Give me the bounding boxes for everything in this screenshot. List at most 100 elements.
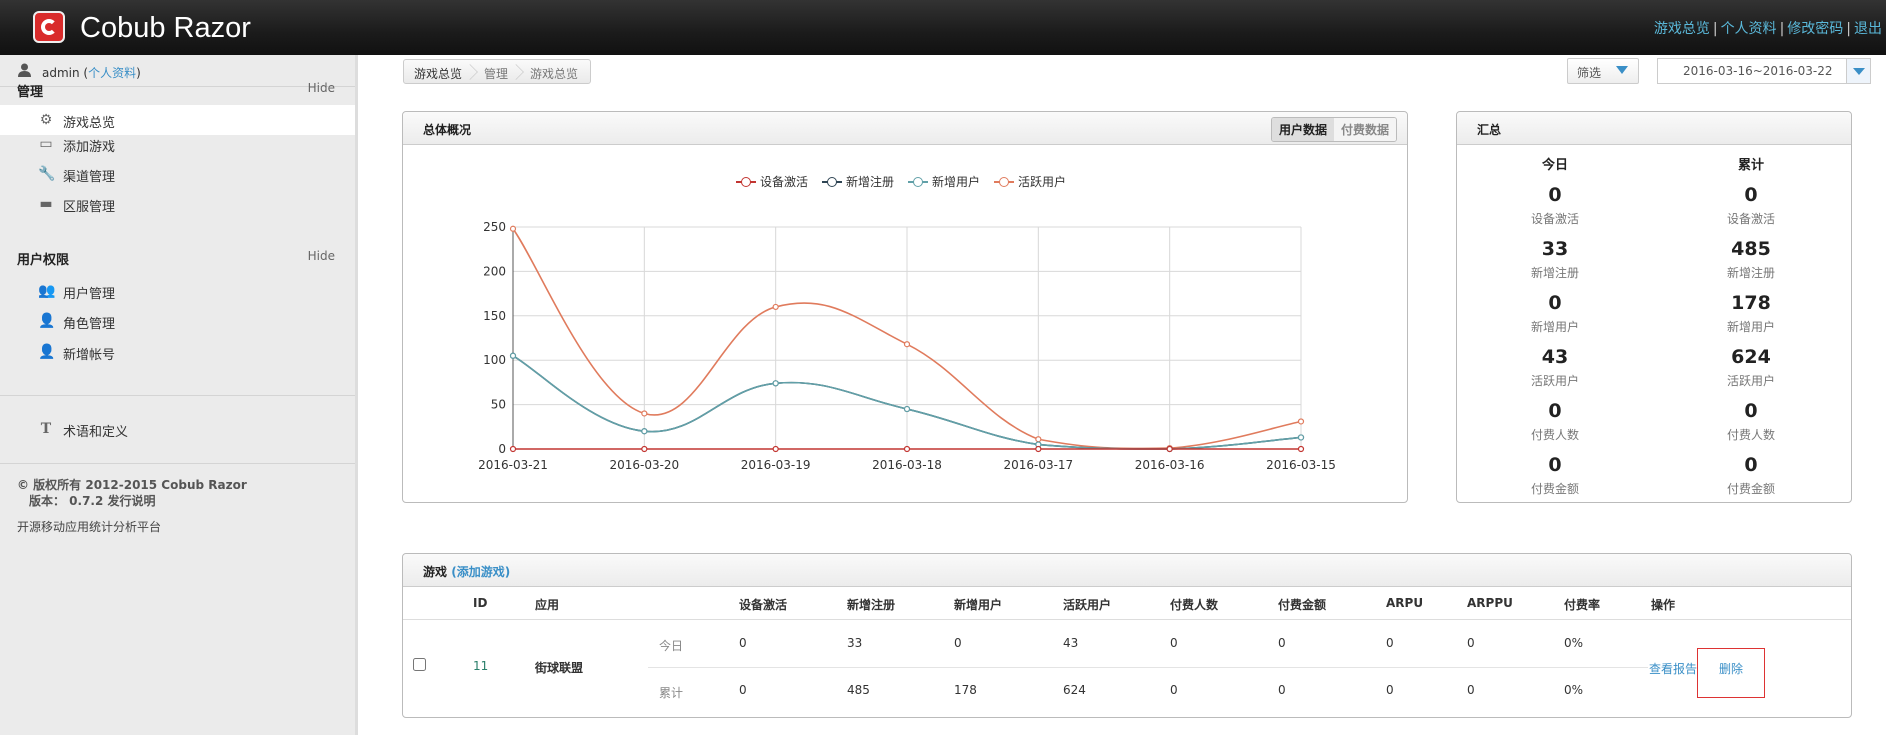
sidebar-item-server[interactable]: ▬ 区服管理: [0, 195, 355, 225]
section-manage-hide[interactable]: Hide: [308, 81, 335, 95]
gear-icon: ⚙: [39, 112, 53, 128]
x-tick-label: 2016-03-16: [1135, 458, 1205, 472]
summary-total-value: 0: [1744, 184, 1758, 206]
overview-panel: 总体概况 用户数据 付费数据 设备激活 新增注册 新增用户 活跃用户 0 50 10…: [402, 111, 1408, 503]
y-tick-label: 50: [491, 398, 506, 412]
breadcrumb-item[interactable]: 游戏总览: [404, 60, 474, 83]
summary-total-label: 设备激活: [1726, 212, 1775, 226]
data-point: [641, 445, 648, 453]
x-tick-label: 2016-03-18: [872, 458, 942, 472]
sidebar-item-new-account[interactable]: 👤 新增帐号: [0, 342, 355, 372]
summary-col-total: 累计: [1737, 158, 1764, 173]
table-cell: 485: [847, 683, 870, 697]
y-tick-label: 250: [483, 220, 506, 234]
filter-label: 筛选: [1577, 66, 1602, 80]
sidebar-item-role-manage[interactable]: 👤 角色管理: [0, 311, 355, 341]
data-point: [641, 428, 648, 435]
sidebar-item-game-overview[interactable]: ⚙ 游戏总览: [0, 105, 355, 135]
users-icon: 👥: [38, 283, 56, 299]
top-link-profile[interactable]: 个人资料: [1721, 21, 1777, 37]
tab-pay-data[interactable]: 付费数据: [1333, 118, 1396, 141]
sidebar-item-add-game[interactable]: ▭ 添加游戏: [0, 135, 355, 165]
chevron-down-icon[interactable]: [1846, 59, 1870, 83]
summary-panel: 汇总 今日 累计 0 设备激活 0 设备激活 33 新增注册 485 新增注册 0 新增用户 178…: [1456, 111, 1852, 503]
section-permissions-hide[interactable]: Hide: [308, 249, 335, 263]
table-cell: 0%: [1564, 636, 1584, 650]
table-cell: 0: [1170, 636, 1178, 650]
sidebar-item-glossary[interactable]: T 术语和定义: [0, 415, 355, 445]
data-point: [1166, 445, 1173, 453]
date-range-picker[interactable]: 2016-03-16~2016-03-22: [1657, 58, 1871, 84]
summary-total-value: 0: [1744, 454, 1758, 476]
table-cell: 0: [1278, 683, 1286, 697]
game-name: 街球联盟: [535, 661, 584, 675]
line-chart: 0 50 100 150 200 250 2016-03-21 2016-03-20 2016-…: [478, 220, 1336, 472]
summary-total-value: 624: [1731, 346, 1771, 368]
x-tick-label: 2016-03-20: [609, 458, 679, 472]
table-header-row: [403, 587, 1851, 620]
table-cell: 0: [1467, 683, 1475, 697]
row-checkbox[interactable]: [413, 658, 426, 671]
col-header: 活跃用户: [1063, 598, 1112, 612]
data-point: [509, 352, 517, 359]
table-cell: 0%: [1564, 683, 1584, 697]
sidebar-item-user-manage[interactable]: 👥 用户管理: [0, 281, 355, 311]
table-cell: 0: [739, 683, 747, 697]
top-link-logout[interactable]: 退出: [1854, 21, 1882, 37]
data-point: [641, 410, 648, 417]
app-title: Cobub Razor: [80, 12, 251, 44]
summary-total-label: 付费人数: [1726, 428, 1775, 442]
breadcrumb-item[interactable]: 管理: [474, 60, 520, 83]
profile-link[interactable]: 个人资料: [88, 66, 136, 80]
top-link-overview[interactable]: 游戏总览: [1654, 21, 1710, 37]
games-header: 游戏 (添加游戏): [403, 554, 1851, 587]
user-icon: 👤: [38, 344, 56, 360]
tab-user-data[interactable]: 用户数据: [1271, 118, 1334, 141]
top-link-change-password[interactable]: 修改密码: [1787, 21, 1843, 37]
table-cell: 0: [1278, 636, 1286, 650]
x-tick-label: 2016-03-15: [1266, 458, 1336, 472]
summary-today-label: 活跃用户: [1530, 374, 1579, 388]
summary-today-label: 新增注册: [1530, 266, 1579, 280]
view-report-link[interactable]: 查看报告: [1649, 660, 1697, 677]
col-header: ARPU: [1386, 596, 1424, 610]
sidebar-item-label: 术语和定义: [63, 425, 129, 440]
col-header: ID: [473, 596, 488, 610]
data-point: [509, 445, 517, 453]
summary-today-value: 33: [1541, 238, 1569, 260]
data-point: [1035, 436, 1042, 443]
data-point: [772, 303, 779, 311]
y-tick-label: 0: [498, 442, 506, 456]
table-cell: 0: [954, 636, 962, 650]
summary-total-label: 活跃用户: [1726, 374, 1775, 388]
divider: [0, 395, 355, 396]
summary-today-value: 0: [1548, 292, 1562, 314]
add-game-link[interactable]: (添加游戏): [451, 565, 510, 579]
col-header: 新增注册: [847, 598, 896, 612]
user-name: admin: [42, 66, 80, 80]
delete-link[interactable]: 删除: [1719, 660, 1743, 677]
date-range-value: 2016-03-16~2016-03-22: [1683, 64, 1833, 78]
summary-today-label: 新增用户: [1530, 320, 1579, 334]
overview-header: 总体概况 用户数据 付费数据: [403, 112, 1407, 145]
copyright: © 版权所有 2012-2015 Cobub Razor 版本： 0.7.2 发…: [17, 477, 247, 509]
table-cell: 33: [847, 636, 863, 650]
summary-total-value: 485: [1731, 238, 1771, 260]
sidebar-item-label: 角色管理: [63, 317, 116, 332]
summary-today-label: 付费人数: [1530, 428, 1579, 442]
filter-button[interactable]: 筛选: [1567, 58, 1639, 84]
breadcrumb-item[interactable]: 游戏总览: [520, 60, 590, 83]
role-icon: 👤: [38, 313, 56, 329]
sidebar-item-label: 用户管理: [63, 287, 116, 302]
data-point: [1297, 418, 1305, 425]
table-cell: 0: [1386, 683, 1394, 697]
x-tick-label: 2016-03-21: [478, 458, 548, 472]
logo-icon: [33, 11, 65, 43]
text-icon: T: [40, 421, 52, 437]
y-tick-label: 200: [483, 264, 506, 278]
sidebar-item-channel[interactable]: 🔧 渠道管理: [0, 165, 355, 195]
chart-area: 设备激活 新增注册 新增用户 活跃用户 0 50 100 150 200 250 2016-…: [403, 146, 1407, 502]
x-tick-label: 2016-03-17: [1003, 458, 1073, 472]
table-cell: 0: [739, 636, 747, 650]
breadcrumb: 游戏总览 管理 游戏总览: [403, 59, 592, 84]
